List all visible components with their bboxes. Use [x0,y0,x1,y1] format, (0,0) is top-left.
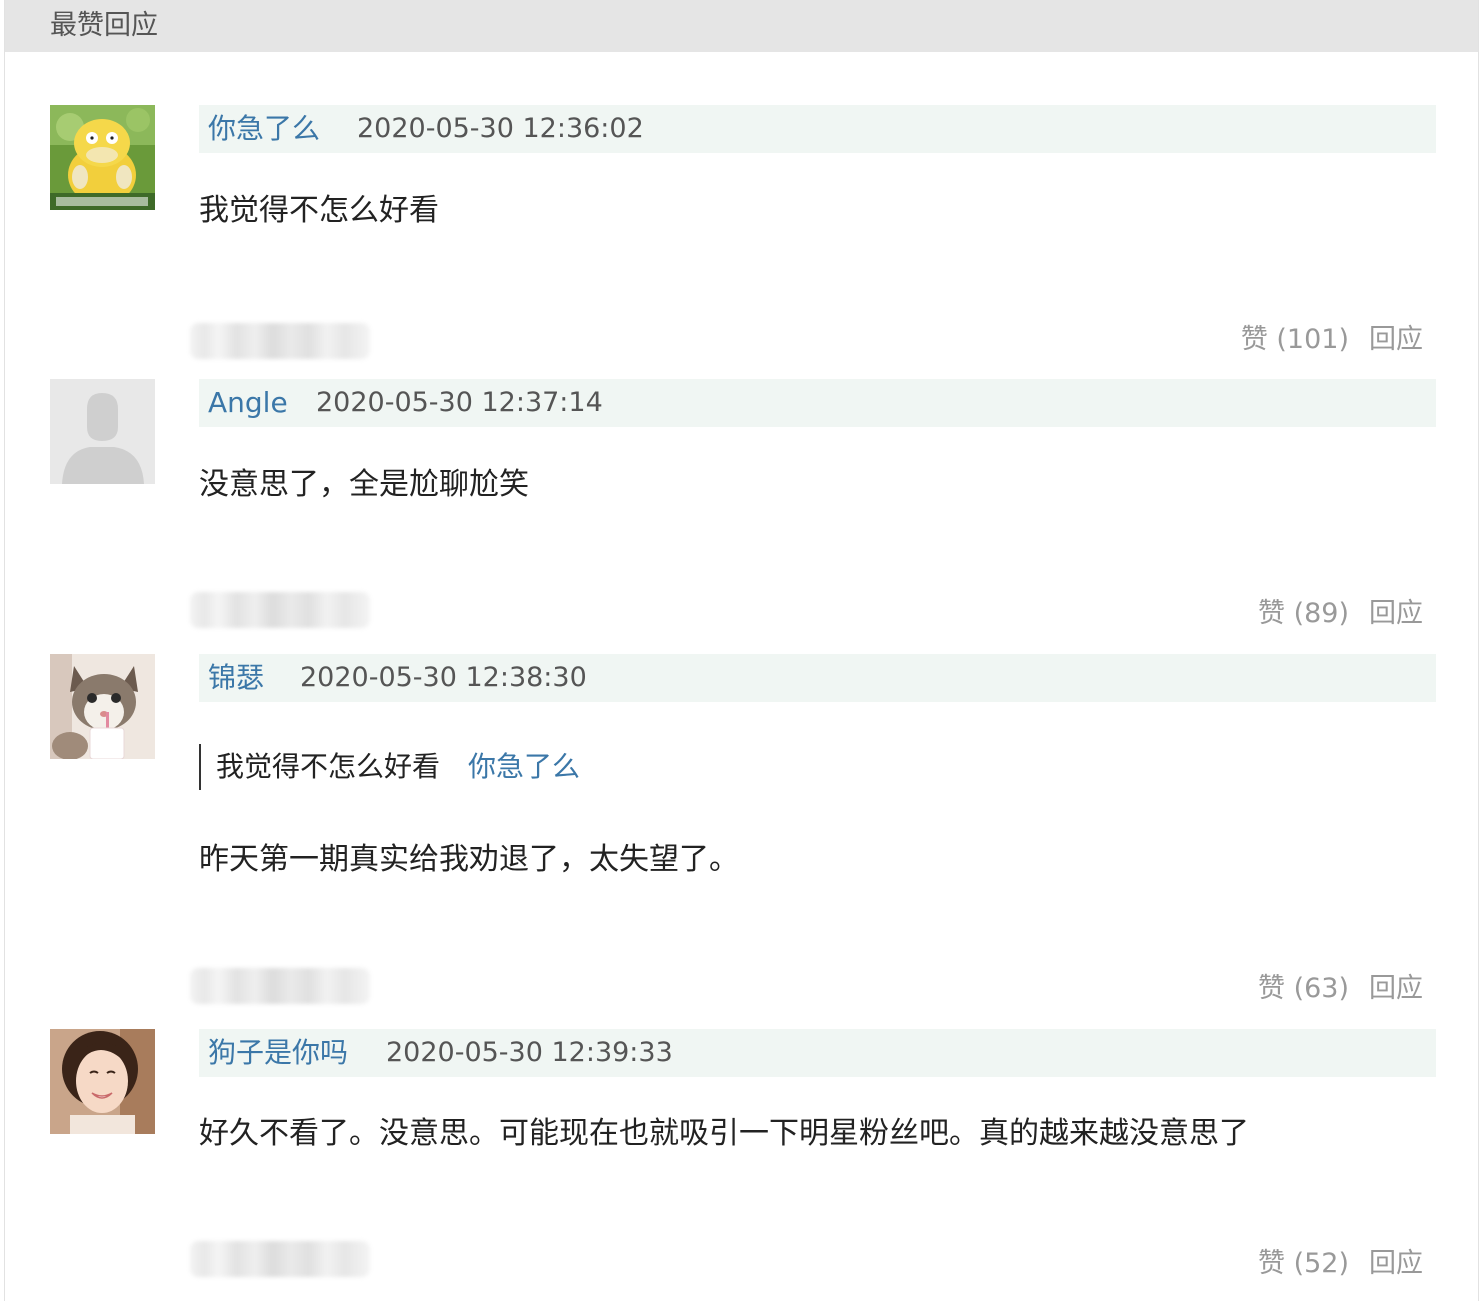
username-link[interactable]: Angle [208,385,288,421]
like-button[interactable]: 赞 (101) [1241,324,1349,355]
like-button[interactable]: 赞 (52) [1258,1248,1349,1279]
comment-item: Angle 2020-05-30 12:37:14 没意思了，全是尬聊尬笑 赞 … [5,379,1478,649]
username-link[interactable]: 狗子是你吗 [208,1035,348,1071]
reply-button[interactable]: 回应 [1369,1248,1423,1279]
comment-text: 好久不看了。没意思。可能现在也就吸引一下明星粉丝吧。真的越来越没意思了 [199,1116,1249,1151]
blurred-user-info [190,1241,370,1277]
quoted-text: 我觉得不怎么好看 [216,750,441,783]
comment-text: 没意思了，全是尬聊尬笑 [199,467,529,502]
cat-avatar[interactable] [50,654,155,759]
section-header: 最赞回应 [5,0,1478,52]
comment-meta-bar: Angle 2020-05-30 12:37:14 [199,379,1436,427]
comment-meta-bar: 你急了么 2020-05-30 12:36:02 [199,105,1436,153]
quoted-comment: 我觉得不怎么好看 你急了么 [199,744,580,790]
comment-actions: 赞 (52) 回应 [1258,1246,1423,1282]
reply-button[interactable]: 回应 [1369,973,1423,1004]
psyduck-avatar[interactable] [50,105,155,210]
comment-timestamp: 2020-05-30 12:39:33 [386,1037,673,1068]
default-user-avatar[interactable] [50,379,155,484]
like-button[interactable]: 赞 (63) [1258,973,1349,1004]
blurred-user-info [190,968,370,1004]
comment-timestamp: 2020-05-30 12:36:02 [357,113,644,144]
comment-item: 锦瑟 2020-05-30 12:38:30 我觉得不怎么好看 你急了么 昨天第一… [5,654,1478,1024]
reply-button[interactable]: 回应 [1369,598,1423,629]
comment-actions: 赞 (89) 回应 [1258,596,1423,632]
comment-text: 昨天第一期真实给我劝退了，太失望了。 [199,842,739,877]
like-button[interactable]: 赞 (89) [1258,598,1349,629]
comment-timestamp: 2020-05-30 12:37:14 [316,387,603,418]
blurred-user-info [190,592,370,628]
username-link[interactable]: 你急了么 [208,111,320,147]
username-link[interactable]: 锦瑟 [208,660,264,696]
quoted-author-link[interactable]: 你急了么 [468,750,580,783]
comment-meta-bar: 锦瑟 2020-05-30 12:38:30 [199,654,1436,702]
comment-item: 你急了么 2020-05-30 12:36:02 我觉得不怎么好看 赞 (101… [5,105,1478,375]
section-title: 最赞回应 [50,10,158,41]
comment-meta-bar: 狗子是你吗 2020-05-30 12:39:33 [199,1029,1436,1077]
woman-photo-avatar[interactable] [50,1029,155,1134]
blurred-user-info [190,323,370,359]
comment-item: 狗子是你吗 2020-05-30 12:39:33 好久不看了。没意思。可能现在… [5,1029,1478,1301]
comments-panel: 最赞回应 你急了么 2020-05-30 12:36:02 我觉得不怎么好看 赞… [4,0,1479,1301]
comment-text: 我觉得不怎么好看 [199,193,439,228]
comment-timestamp: 2020-05-30 12:38:30 [300,662,587,693]
comment-actions: 赞 (63) 回应 [1258,971,1423,1007]
comment-actions: 赞 (101) 回应 [1241,322,1423,358]
reply-button[interactable]: 回应 [1369,324,1423,355]
